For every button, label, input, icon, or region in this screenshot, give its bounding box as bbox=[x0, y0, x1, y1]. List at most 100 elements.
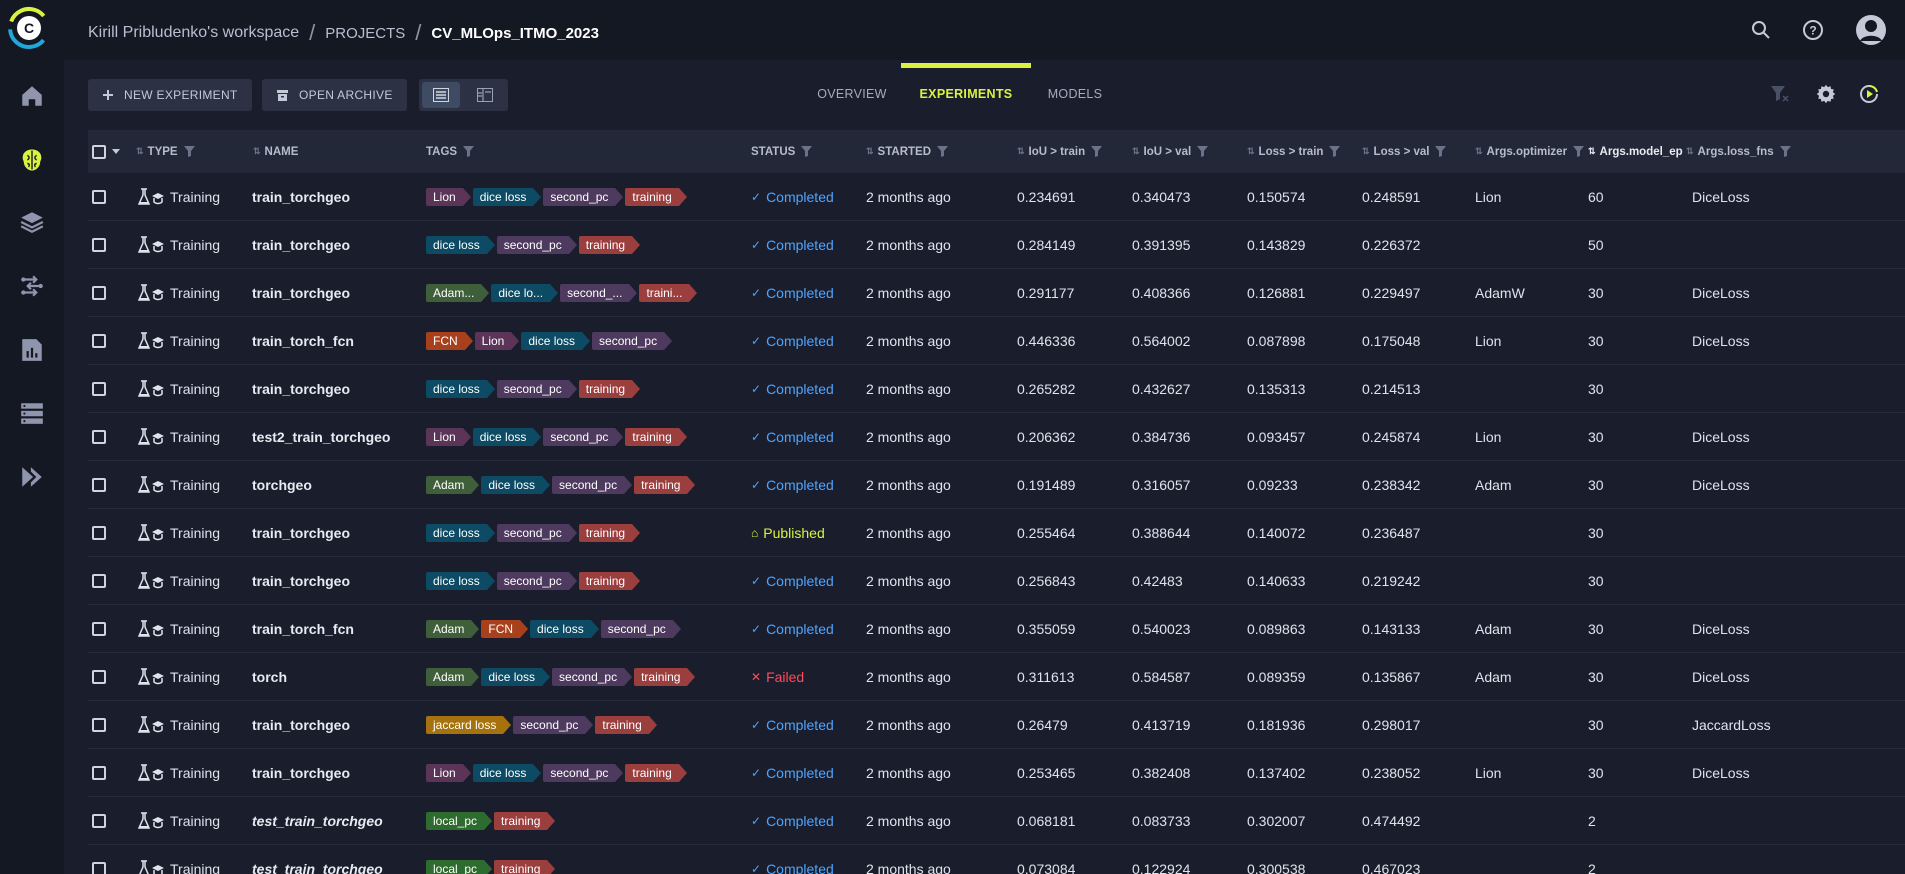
select-all-checkbox[interactable] bbox=[92, 144, 106, 159]
tag-chip[interactable]: training bbox=[494, 812, 556, 830]
tag-chip[interactable]: training bbox=[634, 476, 696, 494]
experiment-name-link[interactable]: train_torchgeo bbox=[252, 237, 350, 253]
experiment-name-link[interactable]: train_torchgeo bbox=[252, 573, 350, 589]
column-header-tags[interactable]: TAGS bbox=[426, 130, 546, 173]
column-header-type[interactable]: ⇅ TYPE bbox=[136, 130, 226, 173]
row-checkbox[interactable] bbox=[92, 862, 106, 874]
breadcrumb-workspace[interactable]: Kirill Pribludenko's workspace bbox=[88, 24, 299, 42]
tag-chip[interactable]: second_pc bbox=[513, 716, 594, 734]
table-row[interactable]: Training train_torch_fcn Adam FCN dice loss s… bbox=[88, 605, 1905, 653]
settings-gear-icon[interactable] bbox=[1813, 81, 1839, 107]
tag-chip[interactable]: dice loss bbox=[472, 188, 542, 206]
row-checkbox[interactable] bbox=[92, 190, 106, 204]
tag-chip[interactable]: dice loss bbox=[426, 236, 495, 254]
experiment-name-link[interactable]: test_train_torchgeo bbox=[252, 861, 383, 874]
row-checkbox[interactable] bbox=[92, 670, 106, 684]
experiment-name-link[interactable]: test_train_torchgeo bbox=[252, 813, 383, 829]
tag-chip[interactable]: Lion bbox=[426, 764, 471, 782]
filter-icon[interactable] bbox=[1329, 146, 1341, 157]
tag-chip[interactable]: Lion bbox=[426, 188, 471, 206]
tag-chip[interactable]: dice loss bbox=[481, 668, 550, 686]
column-header-started[interactable]: ⇅ STARTED bbox=[866, 130, 986, 173]
table-view-icon[interactable] bbox=[422, 82, 460, 108]
row-checkbox[interactable] bbox=[92, 238, 106, 252]
table-row[interactable]: Training train_torchgeo Adam... dice lo... s… bbox=[88, 269, 1905, 317]
tag-chip[interactable]: second_pc bbox=[496, 380, 577, 398]
row-checkbox[interactable] bbox=[92, 382, 106, 396]
table-row[interactable]: Training train_torchgeo dice loss second_pc… bbox=[88, 365, 1905, 413]
column-header-loss-val[interactable]: ⇅ Loss > val bbox=[1362, 130, 1472, 173]
pipelines-nav-icon[interactable] bbox=[16, 270, 48, 302]
tag-chip[interactable]: second_... bbox=[560, 284, 638, 302]
tag-chip[interactable]: Adam... bbox=[426, 284, 490, 302]
tag-chip[interactable]: training bbox=[634, 668, 696, 686]
column-header-loss-fns[interactable]: ⇅ Args.loss_fns bbox=[1686, 130, 1806, 173]
tag-chip[interactable]: training bbox=[578, 236, 641, 254]
filter-icon[interactable] bbox=[937, 146, 948, 157]
tag-chip[interactable]: second_pc bbox=[592, 332, 673, 350]
tag-chip[interactable]: dice lo... bbox=[491, 284, 558, 302]
tag-chip[interactable]: second_pc bbox=[600, 620, 681, 638]
tag-chip[interactable]: Adam bbox=[426, 476, 480, 494]
clear-filters-icon[interactable] bbox=[1767, 81, 1793, 107]
experiment-name-link[interactable]: test2_train_torchgeo bbox=[252, 429, 390, 445]
filter-icon[interactable] bbox=[1573, 146, 1585, 157]
tag-chip[interactable]: dice loss bbox=[472, 764, 542, 782]
tag-chip[interactable]: training bbox=[625, 188, 688, 206]
details-view-icon[interactable] bbox=[463, 79, 507, 111]
tag-chip[interactable]: training bbox=[625, 428, 688, 446]
clearml-logo-icon[interactable]: C bbox=[7, 6, 51, 50]
table-row[interactable]: Training train_torchgeo jaccard loss second… bbox=[88, 701, 1905, 749]
row-checkbox[interactable] bbox=[92, 574, 106, 588]
row-checkbox[interactable] bbox=[92, 526, 106, 540]
column-header-name[interactable]: ⇅ NAME bbox=[253, 130, 403, 173]
experiment-name-link[interactable]: train_torchgeo bbox=[252, 717, 350, 733]
filter-icon[interactable] bbox=[1435, 146, 1447, 157]
table-row[interactable]: Training train_torchgeo dice loss second_pc… bbox=[88, 509, 1905, 557]
tag-chip[interactable]: FCN bbox=[426, 332, 473, 350]
tag-chip[interactable]: Lion bbox=[426, 428, 471, 446]
experiment-name-link[interactable]: train_torch_fcn bbox=[252, 621, 354, 637]
filter-icon[interactable] bbox=[1091, 146, 1103, 157]
tag-chip[interactable]: second_pc bbox=[496, 236, 577, 254]
tab-overview[interactable]: OVERVIEW bbox=[800, 60, 904, 128]
tag-chip[interactable]: Adam bbox=[426, 620, 480, 638]
row-checkbox[interactable] bbox=[92, 286, 106, 300]
row-checkbox[interactable] bbox=[92, 430, 106, 444]
filter-icon[interactable] bbox=[1779, 146, 1791, 157]
help-icon[interactable]: ? bbox=[1797, 14, 1829, 46]
experiment-name-link[interactable]: torchgeo bbox=[252, 477, 312, 493]
tag-chip[interactable]: dice loss bbox=[426, 380, 495, 398]
tag-chip[interactable]: second_pc bbox=[543, 764, 624, 782]
tag-chip[interactable]: second_pc bbox=[552, 668, 633, 686]
applications-nav-icon[interactable] bbox=[16, 461, 48, 493]
column-header-loss-train[interactable]: ⇅ Loss > train bbox=[1247, 130, 1359, 173]
home-nav-icon[interactable] bbox=[16, 80, 48, 112]
table-row[interactable]: Training train_torchgeo Lion dice loss secon… bbox=[88, 173, 1905, 221]
row-checkbox[interactable] bbox=[92, 334, 106, 348]
experiments-brain-nav-icon[interactable] bbox=[16, 144, 48, 176]
tag-chip[interactable]: jaccard loss bbox=[426, 716, 512, 734]
tag-chip[interactable]: training bbox=[578, 524, 641, 542]
tag-chip[interactable]: second_pc bbox=[496, 524, 577, 542]
table-row[interactable]: Training train_torchgeo Lion dice loss secon… bbox=[88, 749, 1905, 797]
auto-refresh-icon[interactable] bbox=[1856, 81, 1882, 107]
tag-chip[interactable]: dice loss bbox=[481, 476, 550, 494]
column-header-iou-train[interactable]: ⇅ IoU > train bbox=[1017, 130, 1129, 173]
tag-chip[interactable]: Adam bbox=[426, 668, 480, 686]
tag-chip[interactable]: local_pc bbox=[426, 812, 493, 830]
tag-chip[interactable]: traini... bbox=[639, 284, 698, 302]
row-checkbox[interactable] bbox=[92, 622, 106, 636]
experiment-name-link[interactable]: torch bbox=[252, 669, 287, 685]
table-row[interactable]: Training torch Adam dice loss second_pc train… bbox=[88, 653, 1905, 701]
column-header-epochs[interactable]: ⇅ Args.model_epo bbox=[1588, 130, 1683, 173]
experiment-name-link[interactable]: train_torchgeo bbox=[252, 189, 350, 205]
tag-chip[interactable]: FCN bbox=[481, 620, 528, 638]
tab-models[interactable]: MODELS bbox=[1030, 60, 1120, 128]
search-icon[interactable] bbox=[1745, 14, 1777, 46]
user-avatar-icon[interactable] bbox=[1851, 13, 1891, 47]
row-checkbox[interactable] bbox=[92, 718, 106, 732]
orchestration-nav-icon[interactable] bbox=[16, 397, 48, 429]
breadcrumb-projects[interactable]: PROJECTS bbox=[325, 25, 405, 42]
new-experiment-button[interactable]: NEW EXPERIMENT bbox=[88, 79, 252, 111]
